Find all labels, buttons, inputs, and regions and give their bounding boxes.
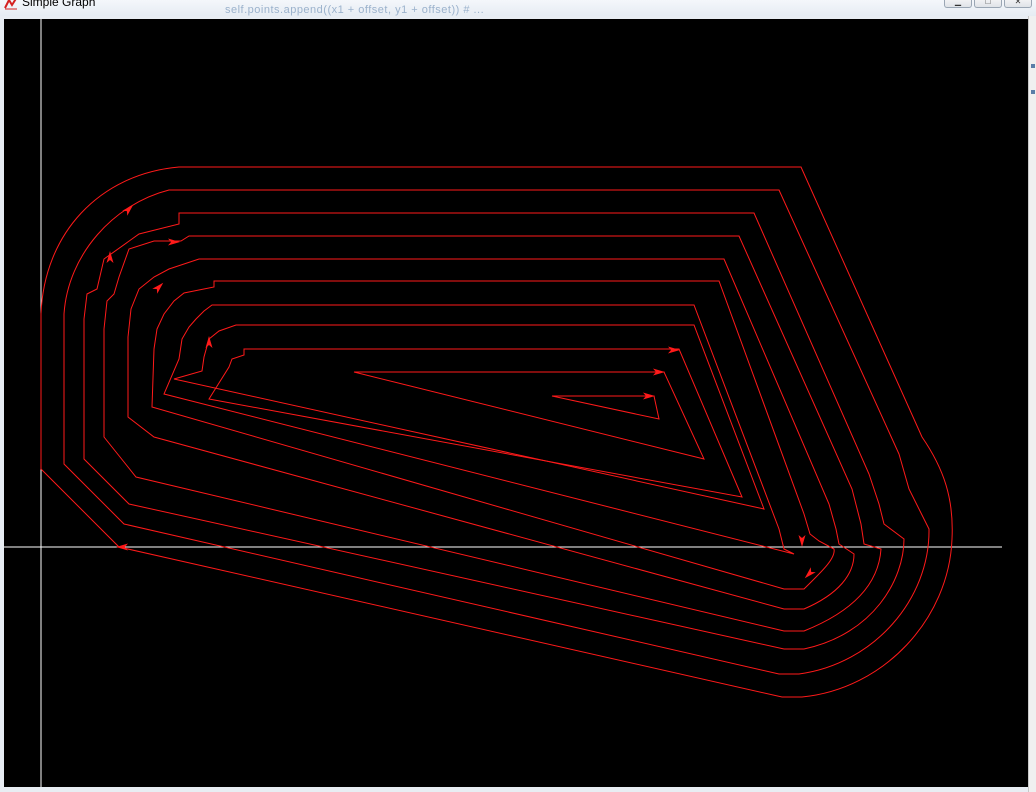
minimize-icon: ▁ xyxy=(954,0,962,6)
direction-arrow xyxy=(668,346,680,354)
toolpath-loop xyxy=(353,371,705,460)
toolpath-loop xyxy=(63,189,930,675)
direction-arrow xyxy=(168,238,180,246)
direction-arrow xyxy=(798,535,806,547)
window-title: Simple Graph xyxy=(22,0,96,9)
direction-arrow xyxy=(205,336,213,348)
window-controls: ▁ □ ✕ xyxy=(944,0,1032,8)
close-button[interactable]: ✕ xyxy=(1004,0,1032,8)
background-window-text: self.points.append((x1 + offset, y1 + of… xyxy=(225,4,485,16)
window-side-strip xyxy=(1028,16,1036,792)
graph-plot xyxy=(4,19,1002,787)
maximize-icon: □ xyxy=(985,0,991,6)
maximize-button[interactable]: □ xyxy=(974,0,1002,8)
graph-canvas[interactable] xyxy=(4,19,1028,787)
minimize-button[interactable]: ▁ xyxy=(944,0,972,8)
toolpath-loop xyxy=(127,258,855,610)
graph-icon xyxy=(4,0,17,10)
close-icon: ✕ xyxy=(1014,0,1022,6)
toolpath-loop xyxy=(163,304,795,555)
toolpath-loop xyxy=(83,212,905,650)
toolpath-loop xyxy=(551,395,660,420)
toolpath-loop xyxy=(103,235,882,632)
window-titlebar[interactable]: Simple Graph self.points.append((x1 + of… xyxy=(0,0,1036,17)
direction-arrow xyxy=(152,282,164,294)
toolpath-loop xyxy=(40,166,953,698)
toolpath-loop xyxy=(173,324,765,510)
toolpath-loop xyxy=(151,280,835,590)
